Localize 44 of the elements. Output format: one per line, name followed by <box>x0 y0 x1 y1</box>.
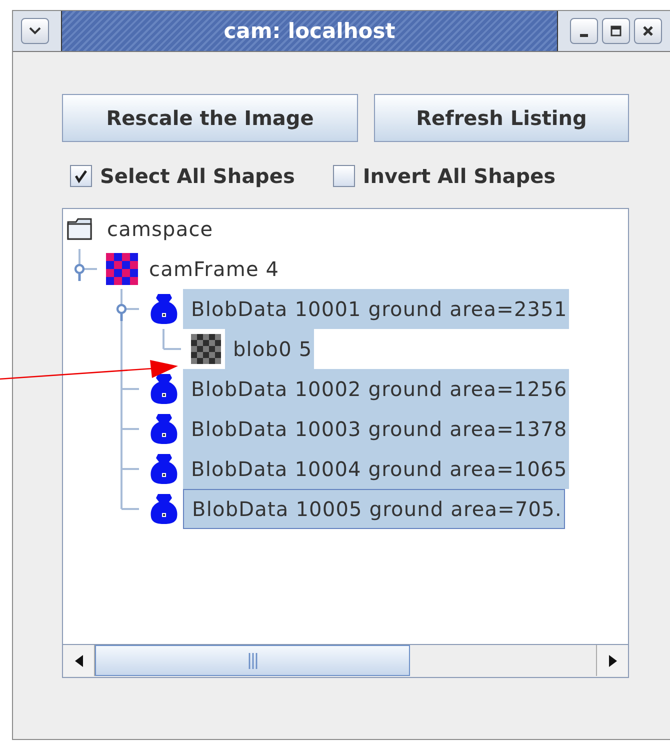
checkerboard-icon <box>106 253 138 285</box>
checkerboard-icon <box>190 334 220 364</box>
checkmark-icon <box>73 168 89 184</box>
tree-node[interactable]: camspace <box>99 209 216 249</box>
push-button[interactable]: Refresh Listing <box>374 94 629 142</box>
close-icon <box>642 25 654 37</box>
scroll-right-button[interactable] <box>596 645 628 676</box>
grip-icon <box>248 652 258 668</box>
folder-icon <box>66 218 92 240</box>
blob-icon <box>150 453 178 485</box>
blob-icon <box>150 373 178 405</box>
chevron-down-icon <box>28 26 42 36</box>
blob-icon <box>150 413 178 445</box>
blob-icon <box>150 493 178 525</box>
window-menu-button[interactable] <box>21 18 49 44</box>
scroll-left-button[interactable] <box>63 645 95 676</box>
tree-line <box>120 409 139 449</box>
tree-node[interactable]: blob0 5 <box>225 329 314 369</box>
close-button[interactable] <box>634 18 662 44</box>
right-arrow-icon <box>608 654 618 668</box>
tree-node[interactable]: BlobData 10001 ground area=2351 <box>183 289 570 329</box>
minimize-icon <box>580 34 588 36</box>
left-arrow-icon <box>74 654 84 668</box>
tree-node[interactable]: BlobData 10003 ground area=1378 <box>183 409 570 449</box>
tree-line <box>162 329 181 350</box>
maximize-icon <box>610 25 622 37</box>
tree-line <box>78 249 97 270</box>
push-button[interactable]: Rescale the Image <box>62 94 358 142</box>
expand-handle-icon[interactable] <box>116 304 127 321</box>
tree-node[interactable]: BlobData 10004 ground area=1065 <box>183 449 570 489</box>
scroll-thumb[interactable] <box>95 645 410 676</box>
checkbox-label: Select All Shapes <box>100 164 295 188</box>
maximize-button[interactable] <box>602 18 630 44</box>
tree-node[interactable]: BlobData 10005 ground area=705. <box>183 489 565 529</box>
checkbox-label: Invert All Shapes <box>362 164 556 188</box>
minimize-button[interactable] <box>570 18 598 44</box>
tree-node[interactable]: camFrame 4 <box>141 249 282 289</box>
blob-icon <box>150 293 178 325</box>
checkbox[interactable] <box>70 165 92 187</box>
horizontal-scrollbar[interactable] <box>63 644 628 677</box>
expand-handle-icon[interactable] <box>74 264 85 281</box>
window-title: cam: localhost <box>224 19 396 43</box>
tree-node[interactable]: BlobData 10002 ground area=1256 <box>183 369 570 409</box>
checkbox[interactable] <box>332 165 355 187</box>
